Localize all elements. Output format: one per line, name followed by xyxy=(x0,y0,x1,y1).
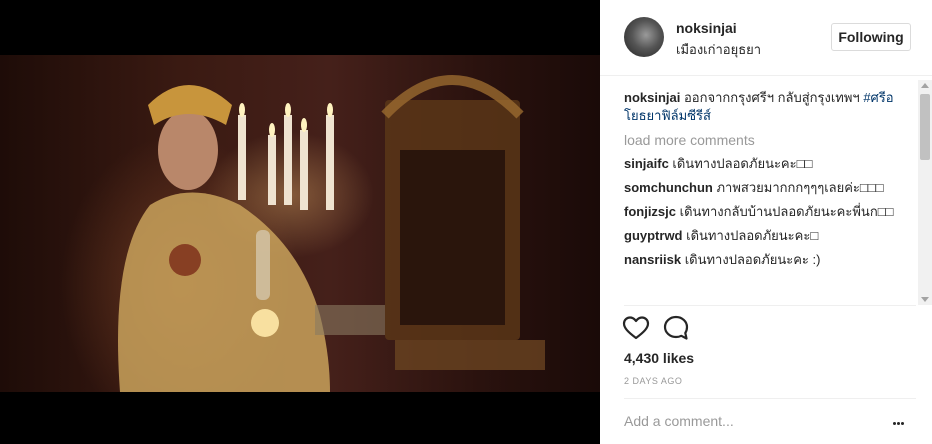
caption-text: ออกจากกรุงศรีฯ กลับสู่กรุงเทพฯ xyxy=(683,90,864,105)
comment-username[interactable]: fonjizsjc xyxy=(624,204,676,219)
comments-scrollbar[interactable] xyxy=(918,80,932,305)
caption-username[interactable]: noksinjai xyxy=(624,90,680,105)
post-timestamp[interactable]: 2 DAYS AGO xyxy=(624,376,682,386)
more-options-icon[interactable] xyxy=(893,412,913,430)
comment-username[interactable]: nansriisk xyxy=(624,252,681,267)
following-button[interactable]: Following xyxy=(831,23,911,51)
comment-item: nansriisk เดินทางปลอดภัยนะคะ :) xyxy=(624,251,916,269)
scroll-down-arrow-icon[interactable] xyxy=(921,297,929,302)
post-media xyxy=(0,0,600,444)
add-comment-input[interactable] xyxy=(624,410,874,432)
heart-icon[interactable] xyxy=(622,314,650,342)
post-photo[interactable] xyxy=(0,55,600,392)
comments-list[interactable]: noksinjai ออกจากกรุงศรีฯ กลับสู่กรุงเทพฯ… xyxy=(624,89,916,303)
scroll-up-arrow-icon[interactable] xyxy=(921,83,929,88)
comment-item: somchunchun ภาพสวยมากกกๆๆๆเลยค่ะ□□□ xyxy=(624,179,916,197)
comment-text: เดินทางปลอดภัยนะคะ□ xyxy=(686,228,819,243)
post-sidebar: noksinjai เมืองเก่าอยุธยา Following noks… xyxy=(600,0,932,444)
photo-scene xyxy=(118,75,545,392)
comment-item: guyptrwd เดินทางปลอดภัยนะคะ□ xyxy=(624,227,916,245)
comment-item: fonjizsjc เดินทางกลับบ้านปลอดภัยนะคะพี่น… xyxy=(624,203,916,221)
load-more-comments-link[interactable]: load more comments xyxy=(624,131,916,149)
comment-text: ภาพสวยมากกกๆๆๆเลยค่ะ□□□ xyxy=(716,180,884,195)
comment-username[interactable]: somchunchun xyxy=(624,180,713,195)
comment-item: sinjaifc เดินทางปลอดภัยนะคะ□□ xyxy=(624,155,916,173)
post-caption: noksinjai ออกจากกรุงศรีฯ กลับสู่กรุงเทพฯ… xyxy=(624,89,916,125)
post-header: noksinjai เมืองเก่าอยุธยา Following xyxy=(600,0,932,76)
comment-username[interactable]: guyptrwd xyxy=(624,228,683,243)
divider xyxy=(624,398,916,399)
likes-count[interactable]: 4,430 likes xyxy=(624,350,694,366)
comment-text: เดินทางปลอดภัยนะคะ□□ xyxy=(672,156,813,171)
comment-username[interactable]: sinjaifc xyxy=(624,156,669,171)
speech-bubble-icon[interactable] xyxy=(662,314,690,342)
comment-text: เดินทางปลอดภัยนะคะ :) xyxy=(684,252,821,267)
scrollbar-thumb[interactable] xyxy=(920,94,930,160)
divider xyxy=(624,305,916,306)
author-username[interactable]: noksinjai xyxy=(676,20,737,36)
post-location[interactable]: เมืองเก่าอยุธยา xyxy=(676,39,761,60)
comment-text: เดินทางกลับบ้านปลอดภัยนะคะพี่นก□□ xyxy=(679,204,894,219)
avatar[interactable] xyxy=(624,17,664,57)
